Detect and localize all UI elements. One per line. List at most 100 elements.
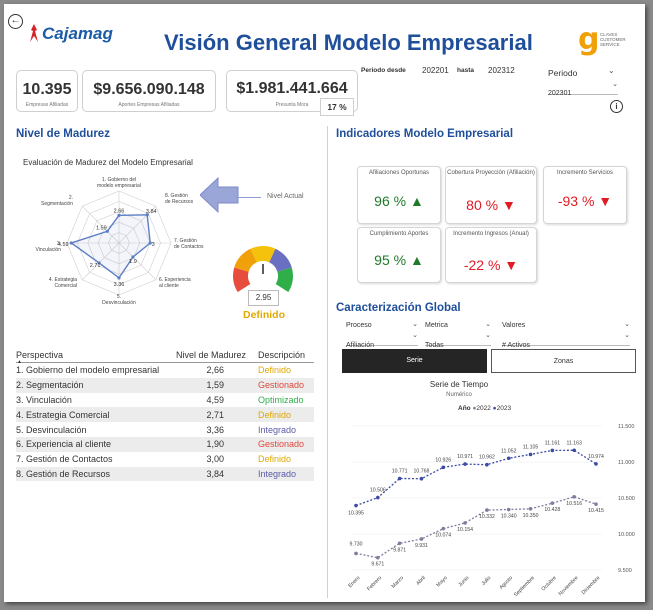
indicator-title: Incremento Ingresos (Anual) xyxy=(453,231,529,237)
indicator-value: -22 % ▼ xyxy=(463,257,519,273)
table-row[interactable]: 2. Segmentación 1,59 Gestionado xyxy=(16,377,314,393)
arrow-up-icon: ▲ xyxy=(409,193,424,209)
table-row[interactable]: 1. Gobierno del modelo empresarial 2,66 De… xyxy=(16,363,314,378)
filter-proceso[interactable]: Proceso Afiliación ⌄ ⌄ xyxy=(346,321,418,349)
cell-nivel: 1,59 xyxy=(206,380,224,391)
indicator-card: Afiliaciones Oportunas 96 % ▲ xyxy=(357,166,441,224)
maturity-gauge xyxy=(233,246,293,292)
cajamag-logo: Cajamag xyxy=(26,18,118,54)
data-label: 10.516 xyxy=(566,501,582,507)
table-row[interactable]: 7. Gestión de Contactos 3,00 Definido xyxy=(16,452,314,467)
x-tick-label: Mayo xyxy=(435,575,448,588)
column-header[interactable]: Perspectiva xyxy=(16,348,176,363)
cell-perspectiva: 1. Gobierno del modelo empresarial xyxy=(16,365,160,376)
data-label: 10.415 xyxy=(588,508,604,514)
cell-nivel: 2,71 xyxy=(206,409,224,420)
line-chart-subtitle: Numérico xyxy=(446,392,472,398)
data-label: 10.926 xyxy=(435,457,451,463)
periodo-hasta-value[interactable]: 202312 xyxy=(488,66,515,75)
cajamag-figure-icon xyxy=(30,24,38,42)
data-label: 9.730 xyxy=(350,541,363,547)
data-point xyxy=(528,507,533,511)
filter-select[interactable]: Todas ⌄ xyxy=(425,332,491,349)
filter-metrica[interactable]: Metrica Todas ⌄ ⌄ xyxy=(425,321,491,349)
data-point xyxy=(572,448,576,453)
kpi-value: $9.656.090.148 xyxy=(93,81,205,98)
x-tick-label: Abril xyxy=(415,575,427,587)
periodo-select-value: 202301 xyxy=(548,90,572,97)
filter-valores[interactable]: Valores # Activos ⌄ ⌄ xyxy=(502,321,630,349)
periodo-hasta-label: hasta xyxy=(457,67,474,74)
kpi-value: $1.981.441.664 xyxy=(236,80,348,97)
y-tick-label: 10.500 xyxy=(618,496,635,502)
cell-nivel: 3,36 xyxy=(206,424,224,435)
table-row[interactable]: 5. Desvinculación 3,36 Integrado xyxy=(16,422,314,437)
kpi-label: Aportes Empresas Afiliadas xyxy=(118,102,180,108)
chevron-down-icon: ⌄ xyxy=(624,332,630,339)
mora-percent-badge: 17 % xyxy=(320,98,354,116)
radar-axis-label: Segmentación xyxy=(41,201,73,207)
data-label: 11.105 xyxy=(523,444,539,450)
arrow-up-icon: ▲ xyxy=(409,252,424,268)
indicator-title: Cobertura Proyección (Afiliación) xyxy=(447,170,535,176)
table-row[interactable]: 8. Gestión de Recursos 3,84 Integrado xyxy=(16,466,314,482)
gauge-status: Definido xyxy=(243,309,285,321)
table-row[interactable]: 4. Estrategia Comercial 2,71 Definido xyxy=(16,407,314,423)
y-tick-label: 11.500 xyxy=(618,424,634,430)
column-header[interactable]: Descripción xyxy=(258,348,314,363)
cell-descripcion: Definido xyxy=(258,409,292,420)
filter-select[interactable]: Afiliación ⌄ xyxy=(346,332,418,349)
data-label: 9.871 xyxy=(393,547,406,553)
radar-point xyxy=(117,276,121,280)
filter-label: Valores xyxy=(502,322,526,329)
data-label: 10.428 xyxy=(544,507,560,513)
back-arrow-icon[interactable]: ← xyxy=(8,14,23,29)
radar-axis-label: Desvinculación xyxy=(102,300,136,306)
chevron-down-icon[interactable]: ⌄ xyxy=(608,66,615,75)
column-header[interactable]: Nivel de Madurez xyxy=(176,348,258,363)
chevron-down-icon: ⌄ xyxy=(412,321,418,328)
data-point xyxy=(485,462,489,467)
logo-text: Cajamag xyxy=(42,24,113,43)
indicator-card: Incremento Ingresos (Anual) -22 % ▼ xyxy=(445,227,537,283)
table-row[interactable]: 3. Vinculación 4,59 Optimizado xyxy=(16,393,314,408)
data-point xyxy=(550,501,555,505)
sort-indicator-icon: ▲ xyxy=(17,359,22,365)
data-label: 10.506 xyxy=(370,488,386,494)
cell-nivel: 3,00 xyxy=(206,454,224,465)
radar-point xyxy=(69,241,73,245)
data-label: 10.154 xyxy=(457,527,473,533)
info-icon[interactable]: i xyxy=(610,100,623,113)
periodo-desde-label: Periodo desde xyxy=(361,67,406,74)
legend-title: Año xyxy=(458,405,471,412)
radar-point-label: 3.36 xyxy=(114,282,125,288)
data-label: 10.962 xyxy=(479,455,495,461)
radar-chart-title: Evaluación de Madurez del Modelo Empresa… xyxy=(23,158,193,167)
cell-nivel: 2,66 xyxy=(206,365,224,376)
radar-axis-label: de Contactos xyxy=(174,244,204,250)
chevron-down-icon: ⌄ xyxy=(485,321,491,328)
data-label: 10.771 xyxy=(392,468,408,474)
radar-axis-label: de Recursos xyxy=(165,199,194,205)
filter-select[interactable]: # Activos ⌄ xyxy=(502,332,630,349)
periodo-desde-value[interactable]: 202201 xyxy=(422,66,449,75)
cell-perspectiva: 4. Estrategia Comercial xyxy=(16,409,110,420)
chevron-down-icon: ⌄ xyxy=(485,332,491,339)
arrow-down-icon: ▼ xyxy=(504,257,519,273)
table-header-row: Perspectiva Nivel de Madurez Descripción xyxy=(16,348,314,363)
cell-perspectiva: 5. Desvinculación xyxy=(16,424,87,435)
data-point xyxy=(441,465,446,470)
table-row[interactable]: 6. Experiencia al cliente 1,90 Gestionado xyxy=(16,436,314,452)
serie-button[interactable]: Serie xyxy=(342,349,487,373)
cell-nivel: 1,90 xyxy=(206,439,224,450)
zonas-button[interactable]: Zonas xyxy=(491,349,636,373)
indicator-value: 95 % ▲ xyxy=(374,252,424,268)
radar-point-label: 3.84 xyxy=(146,209,157,215)
data-label: 10.332 xyxy=(479,514,495,520)
periodo-select[interactable]: 202301 ⌄ xyxy=(548,81,618,97)
y-tick-label: 11.000 xyxy=(618,460,634,466)
cell-perspectiva: 3. Vinculación xyxy=(16,394,72,405)
cell-descripcion: Definido xyxy=(258,454,292,465)
legend-item: 2023 xyxy=(496,405,512,412)
section-title-caracterizacion: Caracterización Global xyxy=(336,302,461,314)
